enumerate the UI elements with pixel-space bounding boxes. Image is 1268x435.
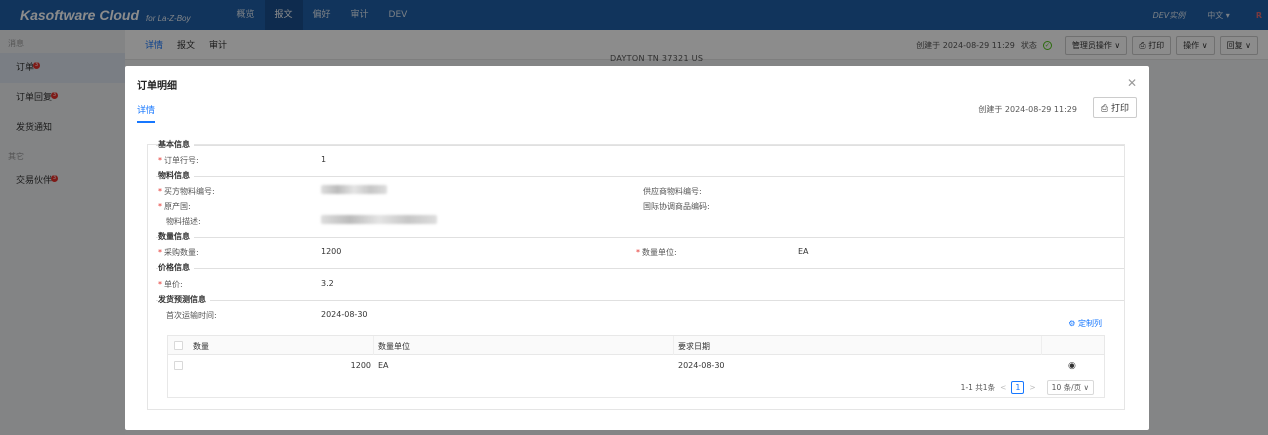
tab-details[interactable]: 详情 [137,103,156,123]
divider [156,145,1124,146]
section-basic: 基本信息 [158,139,194,150]
close-icon[interactable]: ✕ [1127,76,1137,90]
shipping-forecast-table: 数量 数量单位 要求日期 1200 EA 2024-08-30 ◉ 1-1 共1… [167,335,1105,398]
cell-date: 2024-08-30 [678,361,725,370]
detail-form: 基本信息 * 订单行号: 1 物料信息 * 买方物料编号: 供应商物料编号: * 原产… [147,139,1125,410]
divider [156,300,1124,301]
gear-icon: ⚙ [1068,319,1078,328]
divider [156,268,1124,269]
pagination-summary: 1-1 共1条 [960,383,996,392]
section-quantity: 数量信息 [158,231,194,242]
created-timestamp: 创建于 2024-08-29 11:29 [978,105,1077,114]
pagination: 1-1 共1条 < 1 > 10 条/页 ∨ [961,380,1094,395]
column-header-uom[interactable]: 数量单位 [378,341,410,352]
column-divider [373,336,374,355]
section-shipping: 发货预测信息 [158,294,210,305]
qty-label: * 采购数量: [158,248,199,257]
page-size-select[interactable]: 10 条/页 ∨ [1046,380,1094,395]
column-header-date[interactable]: 要求日期 [678,341,710,352]
next-page-icon[interactable]: > [1029,383,1035,392]
select-all-checkbox[interactable] [174,341,183,350]
table-header: 数量 数量单位 要求日期 [168,336,1104,355]
order-detail-modal: 订单明细 ✕ 详情 创建于 2024-08-29 11:29 ⎙ 打印 基本信息… [125,66,1149,430]
line-no-label: * 订单行号: [158,156,199,165]
column-divider [1041,336,1042,355]
uom-label: * 数量单位: [636,248,677,257]
qty-value: 1200 [321,247,342,256]
printer-icon: ⎙ [1100,104,1111,114]
price-value: 3.2 [321,279,334,288]
cell-uom: EA [378,361,389,370]
eye-icon[interactable]: ◉ [1068,361,1076,371]
description-label: 物料描述: [166,217,201,226]
section-material: 物料信息 [158,170,194,181]
cell-qty: 1200 [350,361,371,370]
first-ship-label: 首次运输时间: [166,311,217,320]
divider [156,237,1124,238]
buyer-part-label: * 买方物料编号: [158,187,215,196]
print-button[interactable]: ⎙ 打印 [1092,97,1137,118]
hs-code-label: 国际协调商品编码: [643,202,710,211]
redacted-description [321,215,437,224]
customize-columns-button[interactable]: ⚙ 定制列 [1068,318,1102,329]
print-label: 打印 [1110,104,1129,114]
divider [156,176,1124,177]
uom-value: EA [798,247,809,256]
origin-label: * 原产国: [158,202,191,211]
line-no-value: 1 [321,155,327,164]
supplier-part-label: 供应商物料编号: [643,187,702,196]
first-ship-value: 2024-08-30 [321,310,368,319]
prev-page-icon[interactable]: < [1000,383,1006,392]
redacted-buyer-part [321,185,387,194]
page-number[interactable]: 1 [1011,381,1025,394]
column-header-qty[interactable]: 数量 [193,341,209,352]
modal-title: 订单明细 [137,81,177,92]
customize-label: 定制列 [1078,319,1102,328]
price-label: * 单价: [158,280,183,289]
column-divider [673,336,674,355]
row-checkbox[interactable] [174,361,183,370]
section-price: 价格信息 [158,262,194,273]
